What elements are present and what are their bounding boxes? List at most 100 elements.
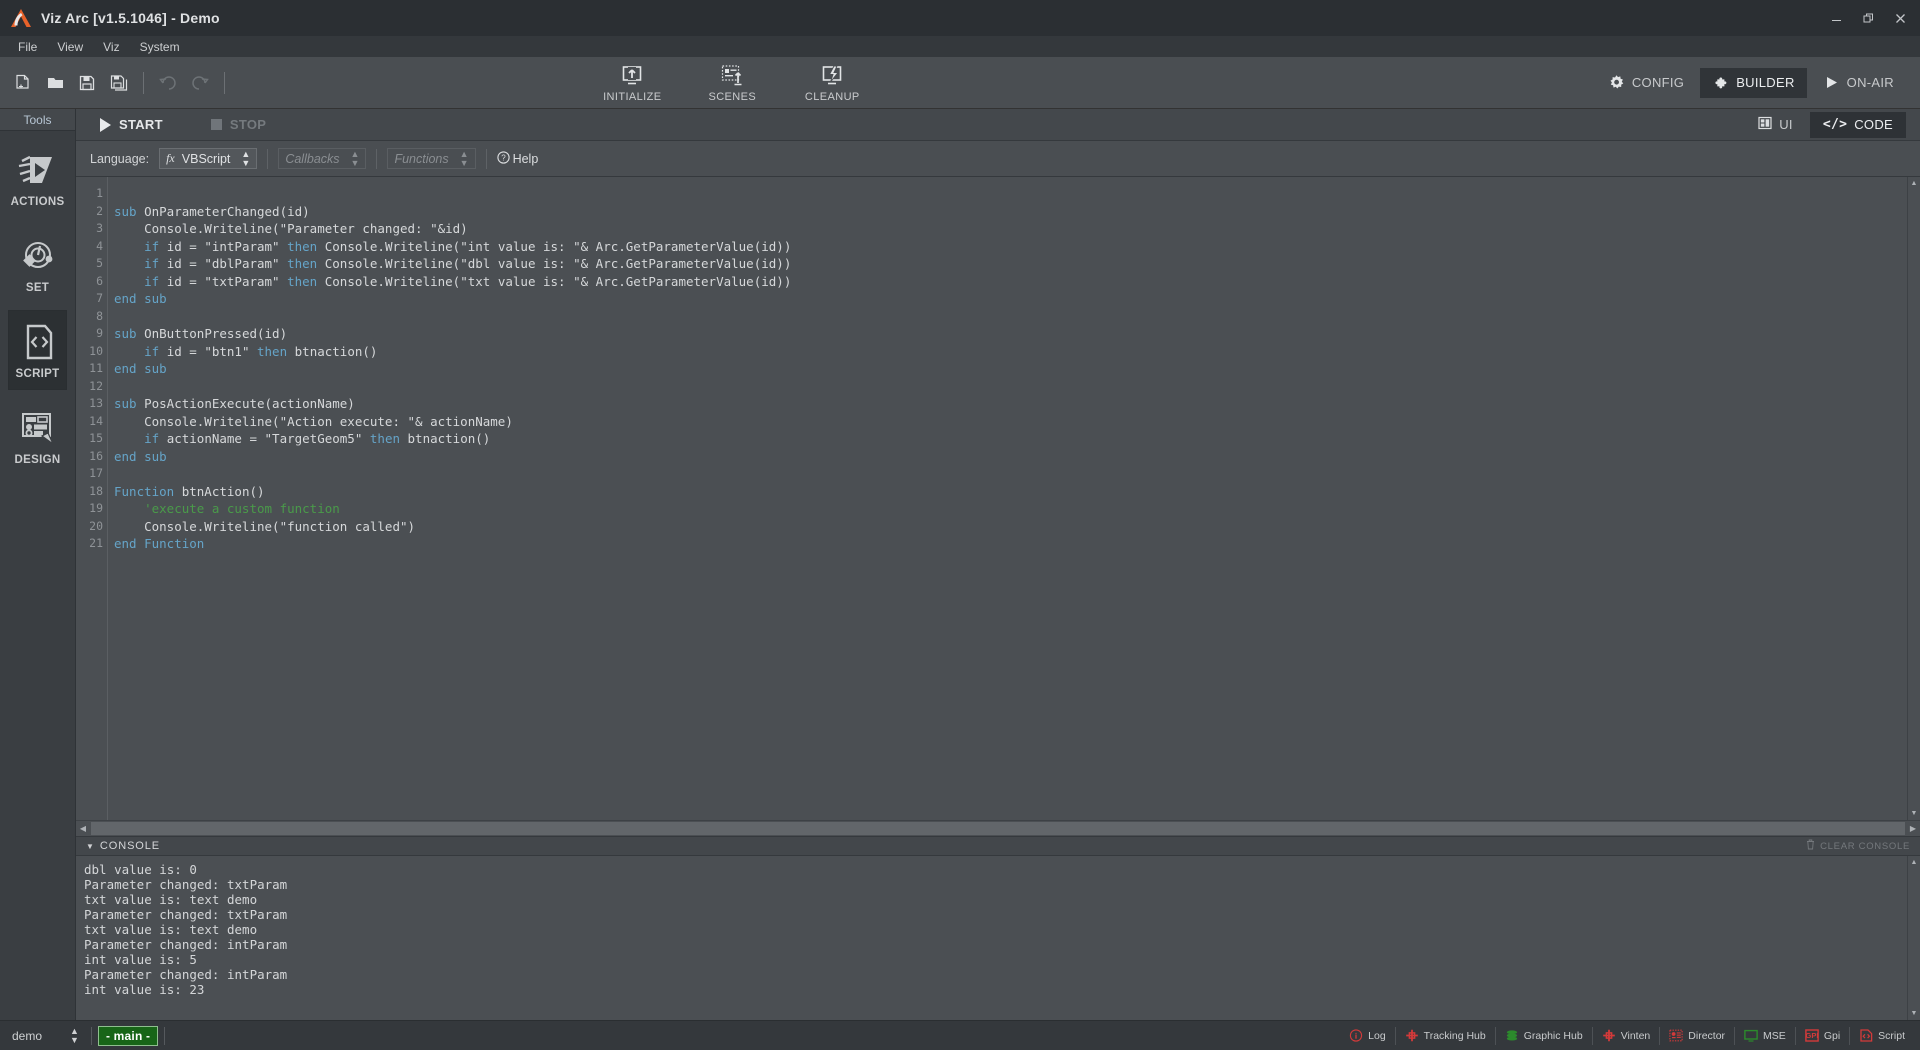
ui-icon — [1758, 116, 1772, 133]
save-icon[interactable] — [72, 68, 102, 98]
svg-text:GPI: GPI — [1805, 1031, 1818, 1040]
project-value: demo — [12, 1029, 42, 1043]
view-ui-button[interactable]: UI — [1745, 112, 1806, 138]
code-token: sub — [114, 204, 144, 219]
code-line: end sub — [114, 290, 1907, 308]
console-scroll-up-icon[interactable]: ▲ — [1908, 856, 1920, 869]
console-title: CONSOLE — [100, 840, 160, 852]
branch-badge[interactable]: - main - — [98, 1026, 158, 1046]
status-item-label: Vinten — [1621, 1030, 1651, 1042]
scroll-down-icon[interactable]: ▼ — [1908, 807, 1920, 820]
window-controls — [1820, 1, 1916, 35]
horizontal-scroll-thumb[interactable] — [91, 822, 1905, 835]
code-token: Function — [144, 536, 204, 551]
scroll-right-icon[interactable]: ▶ — [1906, 824, 1920, 833]
status-bar: demo ▲▼ - main - LogTracking HubGraphic … — [0, 1020, 1920, 1050]
status-item-script[interactable]: Script — [1850, 1029, 1914, 1042]
help-label: Help — [513, 152, 539, 166]
console-scroll-track[interactable] — [1908, 869, 1920, 1007]
mode-builder-button[interactable]: BUILDER — [1700, 68, 1806, 98]
line-number: 2 — [76, 203, 107, 221]
chevron-updown-icon-2: ▲▼ — [351, 150, 360, 168]
close-button[interactable] — [1884, 1, 1916, 35]
callbacks-select[interactable]: Callbacks ▲▼ — [278, 148, 366, 169]
vinten-icon — [1602, 1029, 1616, 1042]
code-token: then — [287, 274, 325, 289]
menu-file[interactable]: File — [8, 38, 47, 56]
console-line: Parameter changed: txtParam — [84, 907, 1907, 922]
project-select[interactable]: demo ▲▼ — [12, 1027, 85, 1045]
status-item-vinten[interactable]: Vinten — [1593, 1029, 1660, 1042]
code-token — [114, 239, 144, 254]
caret-down-icon[interactable]: ▼ — [86, 842, 94, 851]
undo-icon[interactable] — [153, 68, 183, 98]
window-title: Viz Arc [v1.5.1046] - Demo — [41, 10, 220, 26]
stop-button[interactable]: STOP — [201, 114, 276, 135]
mode-onair-button[interactable]: ON-AIR — [1811, 68, 1906, 98]
scenes-button[interactable]: SCENES — [695, 60, 769, 103]
title-bar: Viz Arc [v1.5.1046] - Demo — [0, 0, 1920, 36]
language-bar: Language: fx VBScript ▲▼ Callbacks ▲▼ Fu… — [76, 141, 1920, 177]
editor-horizontal-scrollbar[interactable]: ◀ ▶ — [76, 820, 1920, 836]
open-folder-icon[interactable] — [40, 68, 70, 98]
code-line — [114, 465, 1907, 483]
view-code-button[interactable]: </> CODE — [1810, 112, 1906, 138]
minimize-button[interactable] — [1820, 1, 1852, 35]
cleanup-button[interactable]: CLEANUP — [795, 60, 869, 103]
code-token: id = "intParam" — [167, 239, 287, 254]
status-item-mse[interactable]: MSE — [1735, 1029, 1795, 1042]
menu-system[interactable]: System — [130, 38, 190, 56]
console-header[interactable]: ▼ CONSOLE CLEAR CONSOLE — [76, 836, 1920, 856]
status-item-graphic-hub[interactable]: Graphic Hub — [1496, 1029, 1592, 1042]
tool-actions[interactable]: ACTIONS — [9, 139, 66, 217]
tool-design[interactable]: DESIGN — [9, 397, 66, 475]
redo-icon[interactable] — [185, 68, 215, 98]
line-number: 14 — [76, 413, 107, 431]
scroll-left-icon[interactable]: ◀ — [76, 824, 90, 833]
scroll-up-icon[interactable]: ▲ — [1908, 177, 1920, 190]
initialize-button[interactable]: INITIALIZE — [595, 60, 669, 103]
save-as-icon[interactable] — [104, 68, 134, 98]
functions-select[interactable]: Functions ▲▼ — [387, 148, 475, 169]
maximize-button[interactable] — [1852, 1, 1884, 35]
clear-console-button[interactable]: CLEAR CONSOLE — [1806, 839, 1910, 853]
code-text[interactable]: sub OnParameterChanged(id) Console.Write… — [108, 177, 1907, 820]
scene-action-group: INITIALIZE SCENES — [595, 60, 869, 105]
code-token: Console.Writeline("Parameter changed: "&… — [114, 221, 468, 236]
mode-config-button[interactable]: CONFIG — [1596, 68, 1696, 98]
fx-icon: fx — [166, 151, 175, 166]
mode-onair-label: ON-AIR — [1847, 75, 1894, 90]
view-switcher: UI </> CODE — [1745, 112, 1920, 138]
language-select[interactable]: fx VBScript ▲▼ — [159, 148, 257, 169]
new-file-icon[interactable] — [8, 68, 38, 98]
scenes-icon — [720, 62, 744, 88]
code-line: Function btnAction() — [114, 483, 1907, 501]
console-output[interactable]: dbl value is: 0Parameter changed: txtPar… — [76, 856, 1907, 1020]
tool-design-label: DESIGN — [15, 454, 61, 466]
console-line: txt value is: text demo — [84, 922, 1907, 937]
code-token: then — [257, 344, 295, 359]
code-editor-surface[interactable]: 123456789101112131415161718192021 sub On… — [76, 177, 1907, 820]
status-item-tracking-hub[interactable]: Tracking Hub — [1396, 1029, 1495, 1042]
tool-script[interactable]: SCRIPT — [9, 311, 66, 389]
menu-view[interactable]: View — [47, 38, 93, 56]
trash-icon — [1806, 839, 1815, 853]
status-item-gpi[interactable]: GPIGpi — [1796, 1029, 1849, 1042]
code-token: btnaction() — [295, 344, 378, 359]
help-button[interactable]: ? Help — [497, 151, 539, 167]
status-item-log[interactable]: Log — [1340, 1029, 1395, 1042]
menu-viz[interactable]: Viz — [93, 38, 129, 56]
status-item-director[interactable]: Director — [1660, 1029, 1734, 1042]
start-button[interactable]: START — [90, 114, 173, 135]
editor-vertical-scrollbar[interactable]: ▲ ▼ — [1907, 177, 1920, 820]
vertical-scroll-track[interactable] — [1908, 190, 1920, 807]
language-value: VBScript — [182, 152, 231, 166]
language-label: Language: — [90, 152, 149, 166]
line-number: 13 — [76, 395, 107, 413]
code-line — [114, 378, 1907, 396]
console-scroll-down-icon[interactable]: ▼ — [1908, 1007, 1920, 1020]
gpi-icon: GPI — [1805, 1029, 1819, 1042]
code-token: 'execute a custom function — [114, 501, 340, 516]
console-vertical-scrollbar[interactable]: ▲ ▼ — [1907, 856, 1920, 1020]
tool-set[interactable]: SET — [9, 225, 66, 303]
